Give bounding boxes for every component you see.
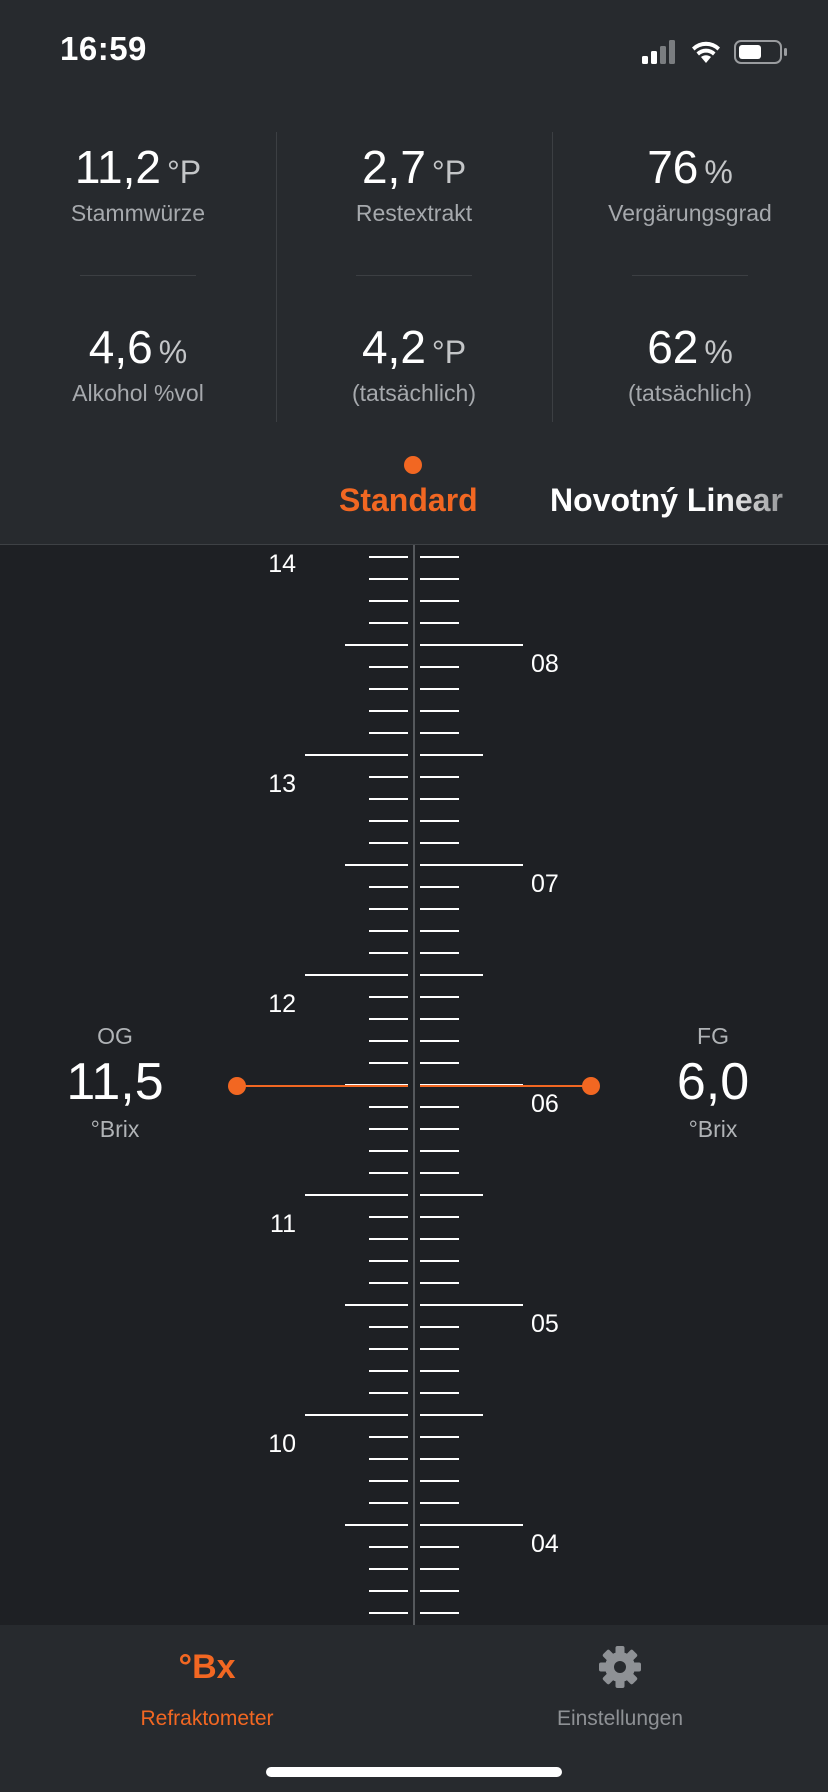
og-marker-handle[interactable] (228, 1077, 246, 1095)
brix-icon: °Bx (178, 1648, 236, 1686)
column-divider (552, 132, 553, 422)
nav-refraktometer[interactable]: °Bx Refraktometer (57, 1643, 357, 1731)
right-scale-label: 08 (531, 650, 559, 678)
stat-original-gravity: 11,2 °P Stammwürze (70, 141, 206, 226)
right-scale-label: 05 (531, 1310, 559, 1338)
active-tab-indicator (404, 456, 422, 474)
formula-tabs: Standard Novotný Linear (0, 440, 828, 540)
stat-attenuation: 76% Vergärungsgrad (608, 141, 772, 226)
nav-einstellungen[interactable]: Einstellungen (470, 1643, 770, 1731)
left-scale-label: 12 (268, 990, 296, 1018)
tab-bar: °Bx Refraktometer Einstellungen (0, 1625, 828, 1792)
tab-fade (720, 480, 828, 530)
fg-marker-handle[interactable] (582, 1077, 600, 1095)
stat-alcohol: 4,6% Alkohol %vol (72, 321, 204, 406)
right-scale-label: 07 (531, 870, 559, 898)
row-divider (632, 275, 748, 276)
stat-real-extract: 4,2 °P (tatsächlich) (352, 321, 476, 406)
right-scale-label: 04 (531, 1530, 559, 1558)
results-panel: 16:59 11,2 °P Stammwürze 2,7 °P Restextr… (0, 0, 828, 545)
status-time: 16:59 (60, 30, 147, 67)
refractometer-scale[interactable]: 14 13 12 11 10 08 07 06 05 04 OG 11,5 °Brix FG 6,… (0, 545, 828, 1625)
gear-icon (470, 1643, 770, 1691)
stat-residual-extract: 2,7 °P Restextrakt (355, 141, 473, 226)
status-icons (642, 36, 792, 66)
wifi-icon (692, 41, 720, 63)
row-divider (80, 275, 196, 276)
left-scale-label: 14 (268, 550, 296, 578)
fg-reading: FG 6,0 °Brix (676, 1023, 750, 1142)
left-scale-label: 10 (268, 1430, 296, 1458)
stats-grid: 11,2 °P Stammwürze 2,7 °P Restextrakt 76% … (0, 120, 828, 430)
signal-icon (642, 40, 675, 64)
home-indicator[interactable] (266, 1767, 562, 1777)
og-reading: OG 11,5 °Brix (66, 1023, 164, 1142)
left-scale-label: 11 (270, 1210, 296, 1238)
nav-einstellungen-label: Einstellungen (556, 1707, 684, 1730)
stat-real-attenuation: 62% (tatsächlich) (628, 321, 752, 406)
tab-standard[interactable]: Standard (339, 482, 478, 519)
left-scale-label: 13 (268, 770, 296, 798)
row-divider (356, 275, 472, 276)
battery-icon (734, 40, 787, 64)
column-divider (276, 132, 277, 422)
right-scale-label: 06 (531, 1090, 559, 1118)
nav-refraktometer-label: Refraktometer (140, 1707, 274, 1730)
